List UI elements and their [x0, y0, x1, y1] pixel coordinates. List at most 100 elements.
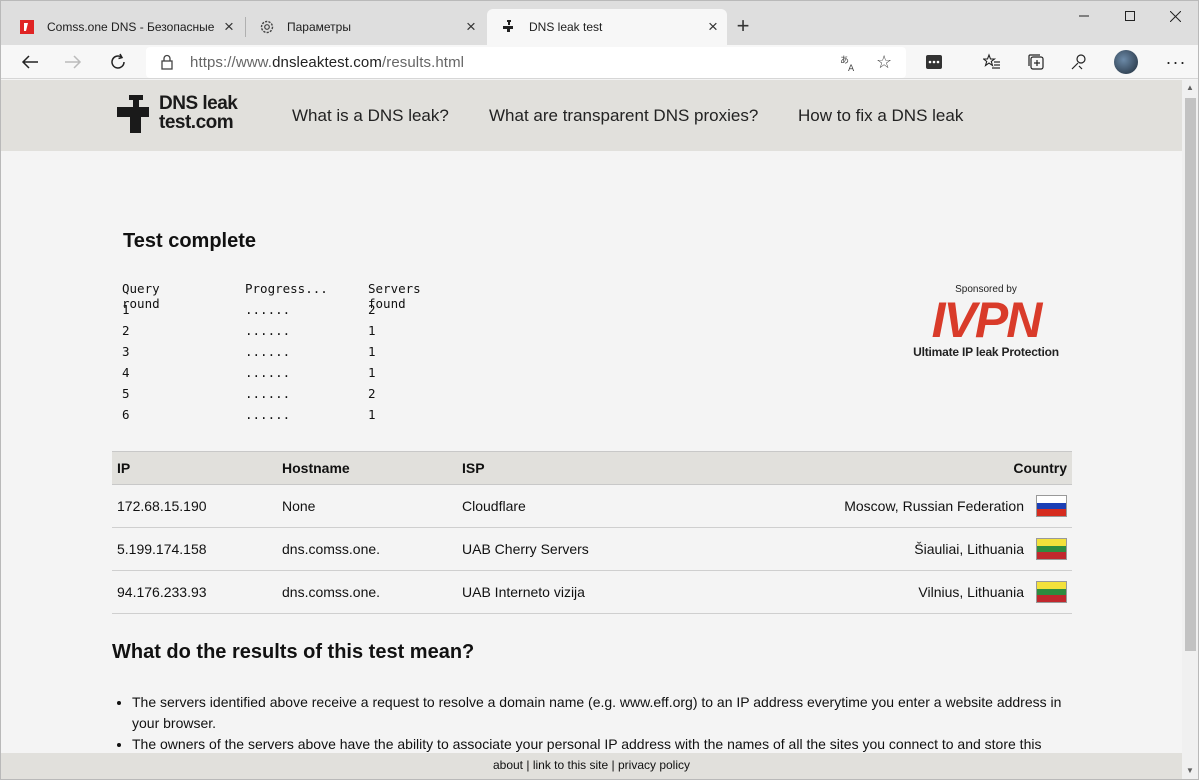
gear-icon: [259, 19, 275, 35]
cell-country: Šiauliai, Lithuania: [687, 527, 1072, 571]
test-complete-heading: Test complete: [123, 230, 256, 252]
feedback-button[interactable]: [1064, 47, 1094, 77]
close-icon[interactable]: ×: [215, 13, 243, 41]
list-item: The owners of the servers above have the…: [132, 734, 1082, 755]
site-header: DNS leak test.com What is a DNS leak? Wh…: [1, 80, 1182, 151]
column-ip: IP: [112, 451, 277, 485]
url-prefix: https://www.: [190, 54, 273, 71]
new-tab-button[interactable]: +: [729, 12, 757, 40]
nav-how-to-fix[interactable]: How to fix a DNS leak: [798, 106, 963, 126]
footer-about-link[interactable]: about: [493, 758, 523, 772]
tab-comss[interactable]: Comss.one DNS - Безопасные DNS ×: [5, 9, 243, 45]
scroll-up-arrow-icon[interactable]: ▲: [1186, 84, 1194, 92]
site-footer: about | link to this site | privacy poli…: [1, 753, 1182, 779]
translate-icon[interactable]: あA: [840, 54, 858, 75]
round-number: 2: [122, 323, 130, 338]
cell-ip: 172.68.15.190: [112, 484, 277, 528]
round-number: 5: [122, 386, 130, 401]
country-text: Moscow, Russian Federation: [844, 498, 1024, 514]
round-servers: 2: [368, 386, 376, 401]
cell-country: Moscow, Russian Federation: [687, 484, 1072, 528]
minimize-button[interactable]: [1061, 1, 1107, 31]
avatar: [1114, 50, 1138, 74]
cell-isp: UAB Cherry Servers: [457, 527, 687, 571]
page-scrollbar[interactable]: ▲ ▼: [1182, 80, 1198, 779]
round-progress: ......: [245, 407, 291, 422]
round-servers: 1: [368, 365, 376, 380]
svg-text:A: A: [848, 64, 855, 72]
refresh-icon: [111, 53, 125, 69]
close-icon[interactable]: ×: [699, 13, 727, 41]
table-row: 5.199.174.158 dns.comss.one. UAB Cherry …: [112, 527, 1072, 571]
header-progress: Progress...: [245, 281, 328, 296]
back-arrow-icon: [21, 55, 38, 69]
cell-ip: 5.199.174.158: [112, 527, 277, 571]
lithuania-flag-icon: [1036, 581, 1067, 603]
list-item: The servers identified above receive a r…: [132, 692, 1082, 734]
forward-arrow-icon: [65, 55, 82, 69]
scroll-down-arrow-icon[interactable]: ▼: [1186, 767, 1194, 775]
logo-line-2: test.com: [159, 112, 234, 133]
round-progress: ......: [245, 386, 291, 401]
faucet-logo-icon: [117, 95, 149, 133]
scrollbar-thumb[interactable]: [1185, 98, 1196, 651]
comss-red-icon: [19, 19, 35, 35]
cell-country: Vilnius, Lithuania: [687, 570, 1072, 614]
footer-privacy-link[interactable]: privacy policy: [618, 758, 690, 772]
cell-ip: 94.176.233.93: [112, 570, 277, 614]
settings-menu-button[interactable]: ···: [1161, 47, 1191, 77]
refresh-button[interactable]: [103, 47, 133, 77]
collections-icon: [1028, 54, 1044, 70]
round-servers: 2: [368, 302, 376, 317]
header-servers-found: Servers found: [368, 281, 421, 311]
round-progress: ......: [245, 323, 291, 338]
country-text: Šiauliai, Lithuania: [914, 541, 1024, 557]
cell-isp: UAB Interneto vizija: [457, 570, 687, 614]
favorite-star-icon[interactable]: ☆: [876, 52, 892, 73]
nav-transparent-dns-proxies[interactable]: What are transparent DNS proxies?: [489, 106, 758, 126]
extension-icon: [926, 55, 942, 69]
explanation-list: The servers identified above receive a r…: [132, 692, 1082, 755]
site-logo[interactable]: DNS leak test.com: [117, 93, 238, 133]
round-progress: ......: [245, 302, 291, 317]
cell-hostname: dns.comss.one.: [277, 570, 457, 614]
close-icon[interactable]: ×: [457, 13, 485, 41]
nav-what-is-dns-leak[interactable]: What is a DNS leak?: [292, 106, 449, 126]
feedback-icon: [1071, 54, 1086, 70]
url-host: dnsleaktest.com: [272, 54, 382, 71]
url-path: /results.html: [381, 54, 465, 71]
round-number: 4: [122, 365, 130, 380]
browser-window: Comss.one DNS - Безопасные DNS × Парамет…: [0, 0, 1199, 780]
table-row: 172.68.15.190 None Cloudflare Moscow, Ru…: [112, 484, 1072, 528]
cell-isp: Cloudflare: [457, 484, 687, 528]
column-hostname: Hostname: [277, 451, 457, 485]
collections-button[interactable]: [1021, 47, 1051, 77]
profile-button[interactable]: [1109, 47, 1143, 77]
tab-dns-leak-test[interactable]: DNS leak test ×: [487, 9, 727, 45]
sponsor-tagline: Ultimate IP leak Protection: [913, 345, 1059, 359]
back-button[interactable]: [15, 47, 45, 77]
browser-toolbar: https://www.dnsleaktest.com/results.html…: [1, 45, 1198, 79]
round-number: 1: [122, 302, 130, 317]
favorites-button[interactable]: [977, 47, 1007, 77]
lithuania-flag-icon: [1036, 538, 1067, 560]
column-country: Country: [687, 451, 1072, 485]
footer-link-to-site[interactable]: link to this site: [533, 758, 608, 772]
tab-title: DNS leak test: [529, 20, 603, 34]
tab-strip: Comss.one DNS - Безопасные DNS × Парамет…: [1, 1, 1198, 45]
round-progress: ......: [245, 344, 291, 359]
address-bar[interactable]: https://www.dnsleaktest.com/results.html…: [146, 47, 906, 78]
window-close-button[interactable]: [1152, 1, 1198, 31]
favorites-list-icon: [983, 53, 1000, 69]
tab-settings[interactable]: Параметры ×: [245, 9, 485, 45]
column-isp: ISP: [457, 451, 687, 485]
faucet-icon: [501, 19, 517, 35]
extension-button[interactable]: [919, 47, 949, 77]
forward-button[interactable]: [58, 47, 88, 77]
sponsor-logo: IVPN: [931, 292, 1043, 348]
results-meaning-heading: What do the results of this test mean?: [112, 641, 475, 663]
maximize-button[interactable]: [1107, 1, 1153, 31]
sponsor-banner[interactable]: Sponsored by IVPN Ultimate IP leak Prote…: [906, 284, 1066, 359]
table-header-row: IP Hostname ISP Country: [112, 451, 1072, 485]
round-number: 3: [122, 344, 130, 359]
